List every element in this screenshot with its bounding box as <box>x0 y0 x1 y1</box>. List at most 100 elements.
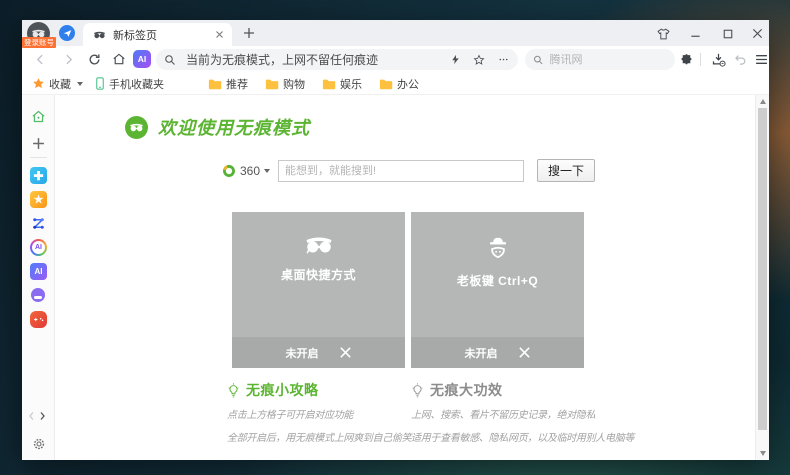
favorites-label: 收藏 <box>49 76 71 92</box>
bookmark-folder-office[interactable]: 办公 <box>379 76 419 92</box>
quick-search-box[interactable] <box>525 49 675 70</box>
tip-line: 上网、搜索、看片不留历史记录，绝对隐私 <box>411 404 631 427</box>
favorites-button[interactable]: 收藏 <box>32 76 71 92</box>
favorites-caret-icon[interactable] <box>77 82 83 86</box>
tips-section-guide: 无痕小攻略 点击上方格子可开启对应功能 全部开启后，用无痕模式上网爽到自己偷笑 <box>227 380 407 450</box>
close-window-button[interactable] <box>750 26 765 41</box>
sidebar-settings-button[interactable] <box>30 435 47 452</box>
incognito-badge <box>125 116 148 139</box>
ai-assistant-button[interactable]: AI <box>133 50 151 68</box>
card-dismiss-icon[interactable] <box>339 346 352 359</box>
downloads-button[interactable] <box>710 51 726 67</box>
welcome-title: 欢迎使用无痕模式 <box>158 114 310 140</box>
new-tab-button[interactable] <box>242 26 256 40</box>
sidebar-app-games[interactable] <box>30 311 47 328</box>
tips-title: 无痕小攻略 <box>246 380 319 400</box>
address-bar[interactable]: 当前为无痕模式，上网不留任何痕迹 <box>156 49 518 70</box>
bookmark-folder-shopping[interactable]: 购物 <box>265 76 305 92</box>
new-tab-page: 欢迎使用无痕模式 360 搜一下 <box>55 95 755 460</box>
maximize-button[interactable] <box>720 26 735 41</box>
sidebar-app-cross[interactable]: ✚ <box>30 167 47 184</box>
extensions-button[interactable] <box>678 51 694 67</box>
sidebar-app-ai-chat[interactable]: AI <box>30 239 47 256</box>
sidebar-app-molecule[interactable] <box>30 215 47 232</box>
quick-search-input[interactable] <box>550 54 667 66</box>
tab-title: 新标签页 <box>113 27 215 43</box>
folder-label: 推荐 <box>226 76 248 92</box>
search-section: 360 搜一下 <box>222 159 595 182</box>
tip-line: 全部开启后，用无痕模式上网爽到自己偷笑 <box>227 427 407 450</box>
molecule-icon <box>31 216 46 231</box>
undo-button[interactable] <box>732 51 748 67</box>
tips-section-benefits: 无痕大功效 上网、搜索、看片不留历史记录，绝对隐私 适用于查看敏感、隐私网页，以… <box>411 380 631 450</box>
robot-visor-icon <box>34 296 42 299</box>
undo-arrow-icon <box>734 53 747 66</box>
forward-button[interactable] <box>60 51 76 67</box>
engine-caret-icon <box>264 169 270 173</box>
title-bar: 登录账号 新标签页 <box>22 20 769 46</box>
card-boss-key[interactable]: 老板键 Ctrl+Q 未开启 <box>411 212 584 368</box>
folder-icon <box>322 78 336 90</box>
feature-cards: 桌面快捷方式 未开启 <box>232 212 584 368</box>
more-options-icon[interactable] <box>497 54 510 65</box>
tab-close-icon[interactable] <box>215 30 224 39</box>
incognito-mask-icon <box>93 31 106 39</box>
tip-line: 点击上方格子可开启对应功能 <box>227 404 407 427</box>
folder-label: 娱乐 <box>340 76 362 92</box>
scroll-up-icon[interactable] <box>760 99 766 104</box>
cross-icon: ✚ <box>33 169 43 183</box>
gamepad-icon <box>32 315 45 324</box>
bookmark-folder-entertainment[interactable]: 娱乐 <box>322 76 362 92</box>
card-desktop-shortcut[interactable]: 桌面快捷方式 未开启 <box>232 212 405 368</box>
send-badge[interactable] <box>59 25 75 41</box>
main-search-input[interactable] <box>278 160 524 182</box>
scrollbar-thumb[interactable] <box>758 108 767 430</box>
paper-plane-icon <box>63 29 72 38</box>
search-icon <box>164 54 176 66</box>
scroll-down-icon[interactable] <box>760 451 766 456</box>
minimize-button[interactable] <box>688 26 703 41</box>
menu-button[interactable] <box>753 51 769 67</box>
search-engine-selector[interactable]: 360 <box>222 164 270 178</box>
sidebar-home-button[interactable] <box>30 108 47 125</box>
refresh-button[interactable] <box>86 51 102 67</box>
back-button[interactable] <box>32 51 48 67</box>
toolbar-divider <box>700 53 701 66</box>
address-bar-text: 当前为无痕模式，上网不留任何痕迹 <box>186 51 450 68</box>
search-submit-button[interactable]: 搜一下 <box>537 159 595 182</box>
tip-line: 适用于查看敏感、隐私网页，以及临时用别人电脑等 <box>411 427 631 450</box>
mobile-favorites-button[interactable]: 手机收藏夹 <box>95 76 164 92</box>
side-toolbar: ✚ ★ AI AI <box>22 95 55 460</box>
login-account-badge[interactable]: 登录账号 <box>22 37 56 48</box>
page-scrollbar[interactable] <box>755 95 769 460</box>
bookmarks-bar: 收藏 手机收藏夹 推荐 购物 <box>22 73 769 95</box>
sidebar-app-ai-tools[interactable]: AI <box>30 263 47 280</box>
favorites-star-icon <box>32 77 45 90</box>
mobile-favorites-label: 手机收藏夹 <box>109 76 164 92</box>
browser-window: 登录账号 新标签页 <box>22 20 769 460</box>
sidebar-app-star[interactable]: ★ <box>30 191 47 208</box>
chevron-left-icon <box>30 412 33 419</box>
bulb-icon <box>411 383 424 398</box>
tips-title: 无痕大功效 <box>430 380 503 400</box>
card-title: 老板键 Ctrl+Q <box>457 272 538 289</box>
star-icon: ★ <box>34 193 44 206</box>
folder-icon <box>379 78 393 90</box>
lightning-icon[interactable] <box>450 54 461 65</box>
hamburger-icon <box>755 54 768 65</box>
bookmark-star-icon[interactable] <box>473 54 485 66</box>
sidebar-app-robot[interactable] <box>31 288 45 302</box>
card-status-bar: 未开启 <box>232 337 405 368</box>
theme-skin-button[interactable] <box>656 26 671 41</box>
sidebar-add-button[interactable] <box>30 135 47 152</box>
welcome-header: 欢迎使用无痕模式 <box>125 114 310 140</box>
chevron-right-icon <box>41 412 44 419</box>
bookmark-folder-recommend[interactable]: 推荐 <box>208 76 248 92</box>
card-status: 未开启 <box>465 345 498 361</box>
tab-new-tab-page[interactable]: 新标签页 <box>83 23 232 46</box>
sidebar-collapse-expand[interactable] <box>28 407 48 424</box>
download-icon <box>711 52 726 67</box>
home-button[interactable] <box>111 51 127 67</box>
card-dismiss-icon[interactable] <box>518 346 531 359</box>
card-status: 未开启 <box>286 345 319 361</box>
